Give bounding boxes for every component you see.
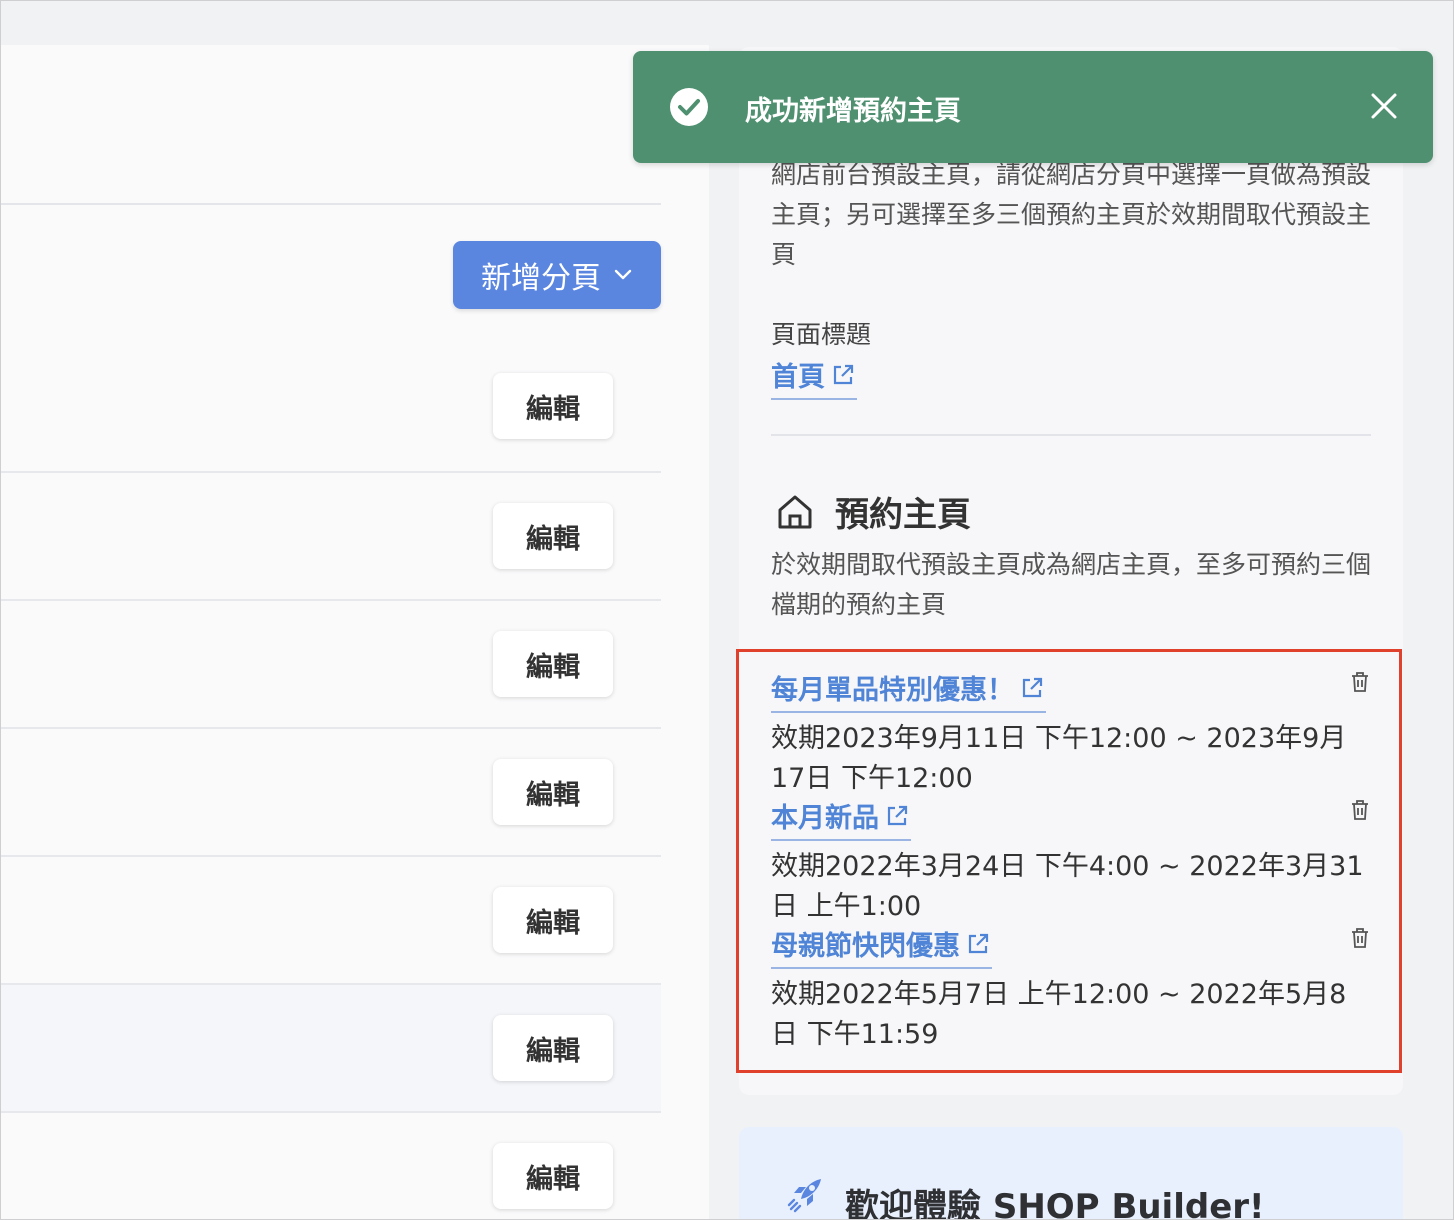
external-link-icon: [833, 364, 854, 384]
list-item: 編輯: [1, 857, 661, 985]
external-link-icon: [968, 933, 989, 953]
edit-button[interactable]: 編輯: [493, 1015, 613, 1081]
list-item: 編輯: [1, 1113, 661, 1219]
list-item: 編輯: [1, 473, 661, 601]
close-icon[interactable]: [1369, 91, 1399, 121]
external-link-icon: [1022, 677, 1043, 697]
welcome-card: 歡迎體驗 SHOP Builder!: [739, 1127, 1403, 1220]
edit-button[interactable]: 編輯: [493, 631, 613, 697]
external-link-icon: [887, 805, 908, 825]
list-item: 編輯: [1, 729, 661, 857]
scheduled-entry-link[interactable]: 母親節快閃優惠: [771, 924, 992, 969]
list-item: 編輯: [1, 601, 661, 729]
add-page-button[interactable]: 新增分頁: [453, 241, 661, 309]
app-frame: 新增分頁 編輯 編輯 編輯 編輯 編輯 編輯 編輯 網店前台預設主頁，請從網店分…: [0, 0, 1454, 1220]
edit-button[interactable]: 編輯: [493, 1143, 613, 1209]
check-circle-icon: [670, 88, 708, 126]
trash-icon[interactable]: [1349, 926, 1371, 950]
scheduled-entry-name: 每月單品特別優惠！: [771, 675, 1014, 706]
divider: [1, 203, 661, 205]
scheduled-entry: 母親節快閃優惠 效期2022年5月7日 上午12:00 ~ 2022年5月8日 …: [771, 924, 1371, 1055]
page-list: 編輯 編輯 編輯 編輯 編輯 編輯 編輯: [1, 345, 661, 1219]
list-item: 編輯: [1, 985, 661, 1113]
divider: [771, 434, 1371, 436]
scheduled-entry-name: 本月新品: [771, 803, 879, 834]
edit-button[interactable]: 編輯: [493, 503, 613, 569]
default-homepage-description: 網店前台預設主頁，請從網店分頁中選擇一頁做為預設主頁；另可選擇至多三個預約主頁於…: [771, 160, 1372, 269]
chevron-down-icon: [614, 269, 632, 280]
scheduled-entries-highlight: 每月單品特別優惠！ 效期2023年9月11日 下午12:00 ~ 2023年9月…: [736, 649, 1402, 1073]
edit-button[interactable]: 編輯: [493, 373, 613, 439]
welcome-text: 歡迎體驗 SHOP Builder!: [845, 1187, 1265, 1220]
scheduled-entry: 每月單品特別優惠！ 效期2023年9月11日 下午12:00 ~ 2023年9月…: [771, 668, 1371, 799]
add-page-label: 新增分頁: [481, 261, 601, 296]
edit-button[interactable]: 編輯: [493, 887, 613, 953]
scheduled-entry-period: 效期2023年9月11日 下午12:00 ~ 2023年9月17日 下午12:0…: [771, 723, 1347, 794]
edit-button[interactable]: 編輯: [493, 759, 613, 825]
scheduled-entry-period: 效期2022年5月7日 上午12:00 ~ 2022年5月8日 下午11:59: [771, 979, 1347, 1050]
scheduled-homepage-title: 預約主頁: [835, 495, 971, 535]
scheduled-entry-period: 效期2022年3月24日 下午4:00 ~ 2022年3月31日 上午1:00: [771, 851, 1364, 922]
success-toast: 成功新增預約主頁: [633, 51, 1433, 163]
rocket-icon: [787, 1179, 821, 1213]
homepage-link-text: 首頁: [771, 362, 825, 393]
home-icon: [778, 495, 812, 528]
scheduled-homepage-heading: 預約主頁: [775, 487, 971, 536]
toast-message: 成功新增預約主頁: [745, 96, 961, 127]
trash-icon[interactable]: [1349, 670, 1371, 694]
scheduled-entry-link[interactable]: 每月單品特別優惠！: [771, 668, 1046, 713]
homepage-settings-card: 網店前台預設主頁，請從網店分頁中選擇一頁做為預設主頁；另可選擇至多三個預約主頁於…: [736, 47, 1403, 1095]
scheduled-entry: 本月新品 效期2022年3月24日 下午4:00 ~ 2022年3月31日 上午…: [771, 796, 1371, 927]
pages-panel: 新增分頁 編輯 編輯 編輯 編輯 編輯 編輯 編輯: [1, 45, 709, 1219]
list-item: 編輯: [1, 345, 661, 473]
top-strip: [1, 1, 1453, 45]
scheduled-homepage-description: 於效期間取代預設主頁成為網店主頁，至多可預約三個檔期的預約主頁: [771, 550, 1372, 619]
trash-icon[interactable]: [1349, 798, 1371, 822]
page-title-label: 頁面標題: [771, 320, 872, 349]
scheduled-entry-link[interactable]: 本月新品: [771, 796, 911, 841]
homepage-link[interactable]: 首頁: [771, 355, 857, 400]
scheduled-entry-name: 母親節快閃優惠: [771, 931, 960, 962]
